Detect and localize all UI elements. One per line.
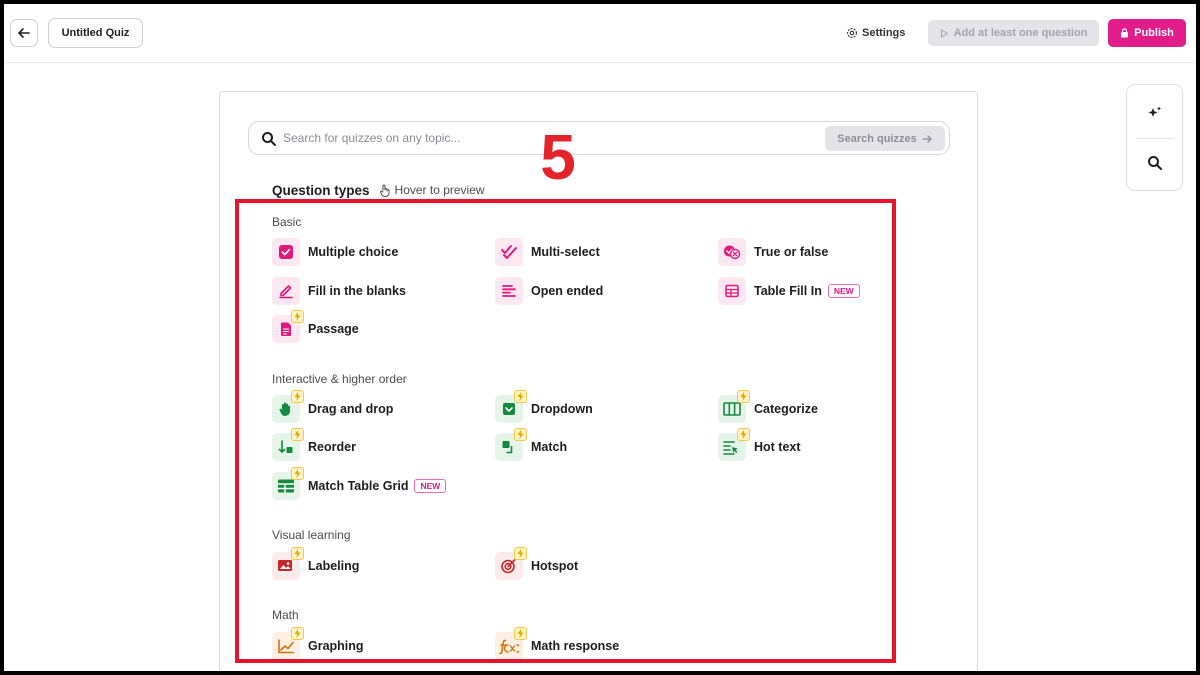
quiz-title: Untitled Quiz: [61, 27, 130, 39]
search-button-label: Search quizzes: [837, 132, 917, 145]
side-toolbar: [1126, 84, 1183, 191]
publish-label: Publish: [1134, 27, 1174, 39]
quiz-title-button[interactable]: Untitled Quiz: [48, 18, 143, 48]
question-types-heading: Question types Hover to preview: [272, 181, 485, 199]
settings-button[interactable]: Settings: [846, 24, 905, 42]
hover-hint: Hover to preview: [379, 183, 485, 197]
side-divider: [1136, 138, 1174, 139]
ai-sparkle-button[interactable]: [1141, 99, 1169, 127]
sparkle-icon: [1148, 106, 1161, 117]
arrow-left-icon: [18, 28, 30, 38]
back-button[interactable]: [10, 19, 38, 47]
search-quizzes-button[interactable]: Search quizzes: [825, 126, 945, 151]
search-icon: [1148, 156, 1162, 170]
arrow-right-icon: [922, 134, 932, 143]
search-icon: [262, 132, 276, 146]
settings-label: Settings: [862, 27, 906, 39]
top-bar: Untitled Quiz Settings Add at least one …: [4, 4, 1196, 63]
search-bar: Search quizzes: [248, 121, 950, 155]
publish-button[interactable]: Publish: [1108, 19, 1186, 47]
gear-icon: [847, 28, 857, 38]
question-types-title: Question types: [272, 182, 370, 198]
play-icon: [940, 29, 948, 37]
annotation-highlight-box: [235, 199, 896, 663]
add-question-button[interactable]: Add at least one question: [928, 20, 1099, 46]
side-search-button[interactable]: [1141, 149, 1169, 177]
add-question-label: Add at least one question: [953, 27, 1088, 39]
app-window: Untitled Quiz Settings Add at least one …: [4, 4, 1196, 671]
pointer-hand-icon: [379, 184, 390, 197]
hover-hint-label: Hover to preview: [394, 183, 485, 197]
lock-icon: [1121, 28, 1129, 38]
annotation-number: 5: [540, 121, 576, 193]
